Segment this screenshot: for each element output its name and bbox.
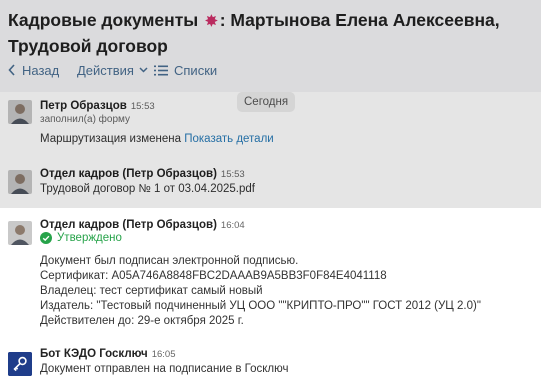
avatar[interactable] (8, 221, 32, 245)
attachment-link[interactable]: Трудовой договор № 1 от 03.04.2025.pdf (40, 183, 255, 195)
routing-text: Маршрутизация изменена (40, 133, 182, 145)
message-text: Маршрутизация изменена Показать детали (40, 133, 274, 145)
status-label: Утверждено (57, 232, 122, 244)
message-text: Документ отправлен на подписание в Госкл… (40, 363, 289, 375)
bot-avatar[interactable] (8, 352, 32, 376)
lists-button[interactable]: Списки (154, 58, 217, 82)
owner-line: Владелец: тест сертификат самый новый (40, 285, 263, 297)
message-sender: Петр Образцов 15:53 (40, 100, 155, 112)
sender-name: Петр Образцов (40, 100, 127, 112)
message-time: 15:53 (220, 169, 245, 180)
message-sender: Отдел кадров (Петр Образцов) 16:04 (40, 219, 245, 231)
message-time: 16:05 (151, 349, 176, 360)
page-title: Кадровые документы ✸: Мартынова Елена Ал… (8, 8, 538, 58)
date-badge: Сегодня (237, 92, 296, 112)
certificate-line: Сертификат: A05A746A8848FBC2DAAAB9A5BB3F… (40, 270, 387, 282)
signature-line: Документ был подписан электронной подпис… (40, 255, 299, 267)
message-sender: Бот КЭДО Госключ 16:05 (40, 348, 175, 360)
lists-label: Списки (174, 62, 218, 78)
chevron-down-icon (139, 67, 148, 73)
chevron-left-icon (8, 64, 16, 76)
show-details-link[interactable]: Показать детали (184, 133, 273, 145)
sender-name: Отдел кадров (Петр Образцов) (40, 168, 217, 180)
message-sender: Отдел кадров (Петр Образцов) 15:53 (40, 168, 245, 180)
back-button[interactable]: Назад (8, 58, 59, 82)
list-icon (154, 65, 168, 76)
message-time: 15:53 (130, 101, 155, 112)
burst-icon: ✸ (205, 13, 218, 30)
avatar[interactable] (8, 170, 32, 194)
actions-label: Действия (77, 62, 134, 78)
issuer-line: Издатель: "Тестовый подчиненный УЦ ООО "… (40, 300, 481, 312)
message-feed: Сегодня Петр Образцов 15:53 заполнил(а) ф… (0, 92, 541, 383)
actions-menu-button[interactable]: Действия (77, 58, 148, 82)
toolbar: Назад Действия Списки (0, 58, 541, 82)
valid-until-line: Действителен до: 29-е октября 2025 г. (40, 315, 244, 327)
message-time: 16:04 (220, 220, 245, 231)
avatar[interactable] (8, 100, 32, 124)
page-header: Кадровые документы ✸: Мартынова Елена Ал… (0, 0, 541, 92)
title-section: Кадровые документы (8, 10, 199, 30)
status-approved: Утверждено (40, 232, 122, 244)
key-icon (8, 352, 32, 376)
check-circle-icon (40, 232, 52, 244)
sender-name: Отдел кадров (Петр Образцов) (40, 219, 217, 231)
message-subline: заполнил(а) форму (40, 114, 131, 125)
sender-name: Бот КЭДО Госключ (40, 348, 148, 360)
back-label: Назад (22, 62, 60, 78)
